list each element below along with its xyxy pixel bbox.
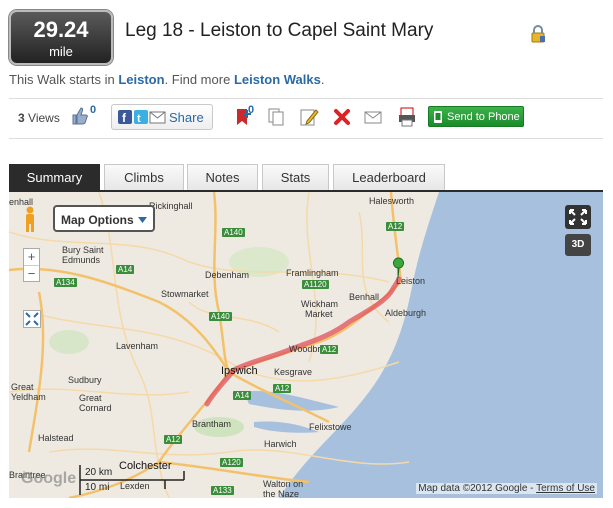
place-label: Wickham bbox=[301, 299, 339, 309]
distance-value: 29.24 bbox=[33, 17, 89, 42]
tab-stats[interactable]: Stats bbox=[262, 164, 329, 191]
send-to-phone-button[interactable]: Send to Phone bbox=[428, 106, 524, 127]
3d-view-button[interactable]: 3D bbox=[565, 234, 591, 256]
walk-start-line: This Walk starts in Leiston. Find more L… bbox=[9, 72, 325, 87]
starts-suffix: . bbox=[320, 72, 325, 87]
page-title: Leg 18 - Leiston to Capel Saint Mary bbox=[125, 20, 434, 41]
place-label: Leiston bbox=[396, 276, 426, 286]
caret-down-icon bbox=[138, 217, 147, 223]
zoom-out-button[interactable]: − bbox=[24, 266, 39, 282]
map-attribution: Map data ©2012 Google - Terms of Use bbox=[416, 483, 597, 494]
place-label: Yeldham bbox=[11, 392, 46, 402]
place-label: Great bbox=[11, 382, 34, 392]
print-pdf-icon[interactable] bbox=[397, 107, 417, 127]
route-map[interactable]: enhall Rickinghall Halesworth Bury Saint… bbox=[9, 192, 603, 498]
start-town-link[interactable]: Leiston bbox=[118, 72, 164, 87]
divider bbox=[9, 138, 603, 139]
street-view-pegman-icon[interactable] bbox=[23, 206, 37, 234]
place-label: Bury Saint bbox=[62, 245, 104, 255]
tab-climbs[interactable]: Climbs bbox=[104, 164, 184, 191]
starts-prefix: This Walk starts in bbox=[9, 72, 115, 87]
distance-unit: mile bbox=[49, 44, 73, 59]
thumbs-up-icon[interactable] bbox=[71, 106, 89, 126]
road-badge: A120 bbox=[220, 458, 243, 467]
phone-icon bbox=[434, 111, 442, 123]
road-badge: A14 bbox=[116, 265, 135, 274]
share-label: Share bbox=[169, 110, 204, 125]
place-label: Great bbox=[79, 393, 102, 403]
road-badge: A133 bbox=[211, 486, 234, 495]
distance-badge: 29.24 mile bbox=[9, 10, 113, 65]
road-badge: A14 bbox=[233, 391, 252, 400]
bookmark-count: 0 bbox=[248, 104, 255, 116]
map-scale: 20 km 10 mi bbox=[79, 465, 189, 495]
place-label: Debenham bbox=[205, 270, 250, 280]
place-label: Cornard bbox=[79, 403, 112, 413]
email-icon[interactable] bbox=[363, 107, 383, 127]
fullscreen-icon bbox=[569, 209, 587, 225]
tab-bar: Summary Climbs Notes Stats Leaderboard bbox=[9, 164, 603, 191]
place-label: Aldeburgh bbox=[385, 308, 427, 318]
find-more-text: . Find more bbox=[164, 72, 231, 87]
zoom-in-button[interactable]: + bbox=[24, 249, 39, 265]
action-toolbar: 3 Views 0 f t Share 0 Send to Phone bbox=[9, 104, 603, 132]
views-count: 3 Views bbox=[18, 111, 60, 125]
road-badge: A140 bbox=[209, 312, 232, 321]
fit-route-button[interactable] bbox=[23, 310, 41, 328]
place-label: Market bbox=[305, 309, 333, 319]
views-number: 3 bbox=[18, 111, 25, 125]
likes-count: 0 bbox=[90, 104, 97, 116]
send-to-phone-label: Send to Phone bbox=[447, 111, 520, 123]
road-badge: A12 bbox=[273, 384, 292, 393]
place-label: Halesworth bbox=[369, 196, 415, 206]
place-label: Walton on bbox=[263, 479, 304, 489]
share-button[interactable]: f t Share bbox=[111, 104, 213, 130]
tab-notes[interactable]: Notes bbox=[187, 164, 258, 191]
place-label: Kesgrave bbox=[274, 367, 313, 377]
road-badge: A12 bbox=[320, 345, 339, 354]
zoom-control: + − bbox=[23, 248, 40, 282]
copy-icon[interactable] bbox=[266, 107, 286, 127]
place-label: Halstead bbox=[38, 433, 74, 443]
place-label: Ipswich bbox=[221, 365, 258, 377]
svg-text:t: t bbox=[137, 113, 141, 125]
road-badge: A134 bbox=[54, 278, 77, 287]
place-label: Stowmarket bbox=[161, 289, 209, 299]
place-label: Rickinghall bbox=[149, 201, 193, 211]
place-label: Harwich bbox=[264, 439, 297, 449]
lock-icon[interactable] bbox=[530, 25, 546, 43]
map-options-label: Map Options bbox=[61, 213, 134, 227]
terms-of-use-link[interactable]: Terms of Use bbox=[536, 483, 595, 494]
place-label: Felixstowe bbox=[309, 422, 352, 432]
place-label: Benhall bbox=[349, 292, 380, 302]
road-badge: A12 bbox=[164, 435, 183, 444]
place-label: Lavenham bbox=[116, 341, 159, 351]
fullscreen-button[interactable] bbox=[565, 205, 591, 229]
place-label: Sudbury bbox=[68, 375, 102, 385]
attribution-text: Map data ©2012 Google - bbox=[418, 483, 537, 494]
fit-bounds-icon bbox=[25, 312, 39, 326]
scale-km: 20 km bbox=[85, 467, 113, 478]
delete-icon[interactable] bbox=[332, 107, 352, 127]
place-label: the Naze bbox=[263, 489, 300, 498]
road-badge: A1120 bbox=[302, 280, 329, 289]
tab-leaderboard[interactable]: Leaderboard bbox=[333, 164, 445, 191]
edit-icon[interactable] bbox=[299, 107, 319, 127]
views-label: Views bbox=[28, 111, 60, 125]
social-share-icons: f t bbox=[118, 110, 166, 125]
road-badge: A12 bbox=[386, 222, 405, 231]
road-badge: A140 bbox=[222, 228, 245, 237]
map-options-dropdown[interactable]: Map Options bbox=[53, 205, 155, 232]
place-label: Framlingham bbox=[286, 268, 339, 278]
start-marker[interactable] bbox=[393, 257, 404, 279]
divider bbox=[9, 98, 603, 99]
place-label: Brantham bbox=[192, 419, 232, 429]
google-logo: Google bbox=[21, 470, 77, 487]
place-label: Edmunds bbox=[62, 255, 101, 265]
more-walks-link[interactable]: Leiston Walks bbox=[234, 72, 321, 87]
tab-summary[interactable]: Summary bbox=[9, 164, 100, 191]
scale-mi: 10 mi bbox=[85, 482, 110, 493]
